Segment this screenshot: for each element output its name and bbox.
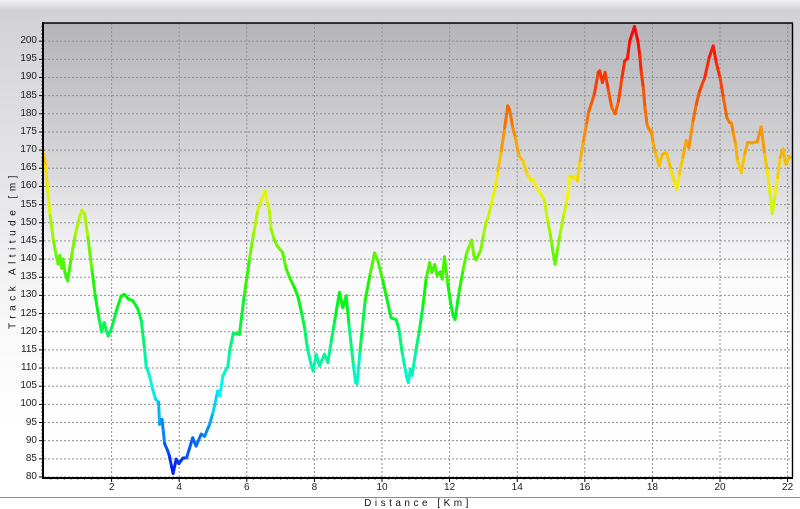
y-tick-label: 95 bbox=[0, 418, 37, 428]
altitude-profile-chart: 80 85 90 95 100 105 110 115 120 125 130 135 140 145 15… bbox=[0, 0, 800, 509]
y-tick-label: 185 bbox=[0, 91, 37, 101]
x-tick-label: 10 bbox=[367, 483, 397, 493]
x-tick-label: 4 bbox=[164, 483, 194, 493]
y-tick-label: 160 bbox=[0, 181, 37, 191]
y-tick-label: 155 bbox=[0, 200, 37, 210]
y-tick-label: 110 bbox=[0, 363, 37, 373]
y-tick-label: 145 bbox=[0, 236, 37, 246]
y-tick-label: 165 bbox=[0, 163, 37, 173]
y-tick-label: 125 bbox=[0, 309, 37, 319]
x-tick-label: 20 bbox=[705, 483, 735, 493]
x-tick-label: 6 bbox=[232, 483, 262, 493]
y-tick-label: 115 bbox=[0, 345, 37, 355]
x-tick-label: 22 bbox=[773, 483, 800, 493]
plot-canvas bbox=[0, 0, 800, 509]
y-tick-label: 85 bbox=[0, 454, 37, 464]
y-tick-label: 140 bbox=[0, 254, 37, 264]
y-axis-title: Track Altitude [m] bbox=[8, 171, 19, 329]
y-tick-label: 190 bbox=[0, 72, 37, 82]
x-tick-label: 18 bbox=[637, 483, 667, 493]
y-tick-label: 135 bbox=[0, 272, 37, 282]
y-tick-label: 200 bbox=[0, 36, 37, 46]
y-tick-label: 195 bbox=[0, 54, 37, 64]
y-tick-label: 130 bbox=[0, 290, 37, 300]
y-tick-label: 175 bbox=[0, 127, 37, 137]
y-tick-label: 150 bbox=[0, 218, 37, 228]
y-tick-label: 100 bbox=[0, 399, 37, 409]
y-tick-label: 80 bbox=[0, 472, 37, 482]
y-tick-label: 180 bbox=[0, 109, 37, 119]
x-tick-label: 16 bbox=[570, 483, 600, 493]
x-tick-label: 14 bbox=[502, 483, 532, 493]
y-tick-label: 90 bbox=[0, 436, 37, 446]
y-tick-label: 170 bbox=[0, 145, 37, 155]
x-axis-title: Distance [Km] bbox=[364, 498, 472, 509]
plot-background bbox=[44, 23, 792, 477]
x-tick-label: 8 bbox=[299, 483, 329, 493]
x-tick-label: 12 bbox=[435, 483, 465, 493]
x-tick-label: 2 bbox=[97, 483, 127, 493]
y-tick-label: 105 bbox=[0, 381, 37, 391]
y-tick-label: 120 bbox=[0, 327, 37, 337]
